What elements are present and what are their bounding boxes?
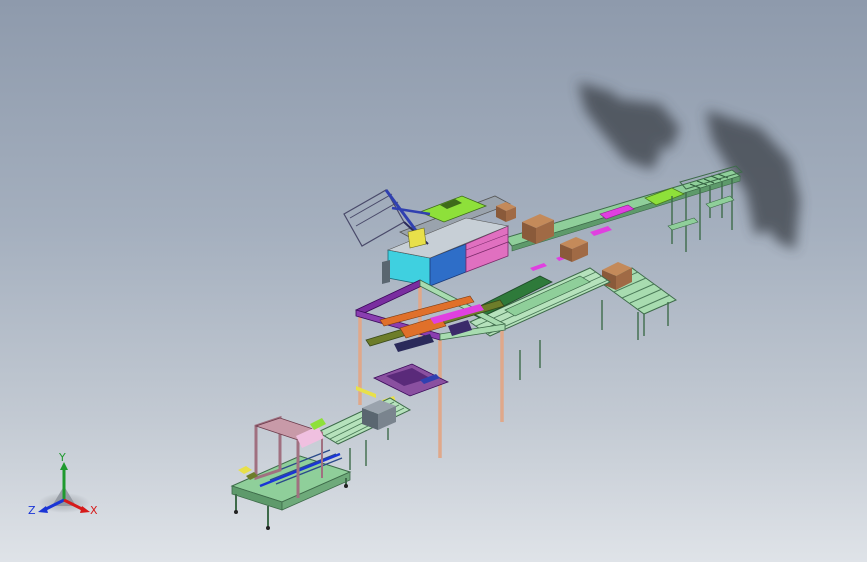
- carton-box: [560, 237, 588, 262]
- gantry-frame: [355, 279, 506, 458]
- cad-viewport[interactable]: Y Z X: [0, 0, 867, 562]
- x-axis-label: X: [90, 504, 98, 517]
- packing-robot-cell: [343, 189, 516, 287]
- assembly-model[interactable]: [0, 0, 867, 562]
- lower-roller-conveyor: [316, 397, 412, 470]
- side-roller-conveyor: [599, 262, 677, 340]
- y-axis-label: Y: [59, 451, 66, 464]
- coordinate-triad: Y Z X: [22, 448, 112, 528]
- z-axis-label: Z: [28, 504, 36, 517]
- main-roller-conveyor: [467, 267, 612, 380]
